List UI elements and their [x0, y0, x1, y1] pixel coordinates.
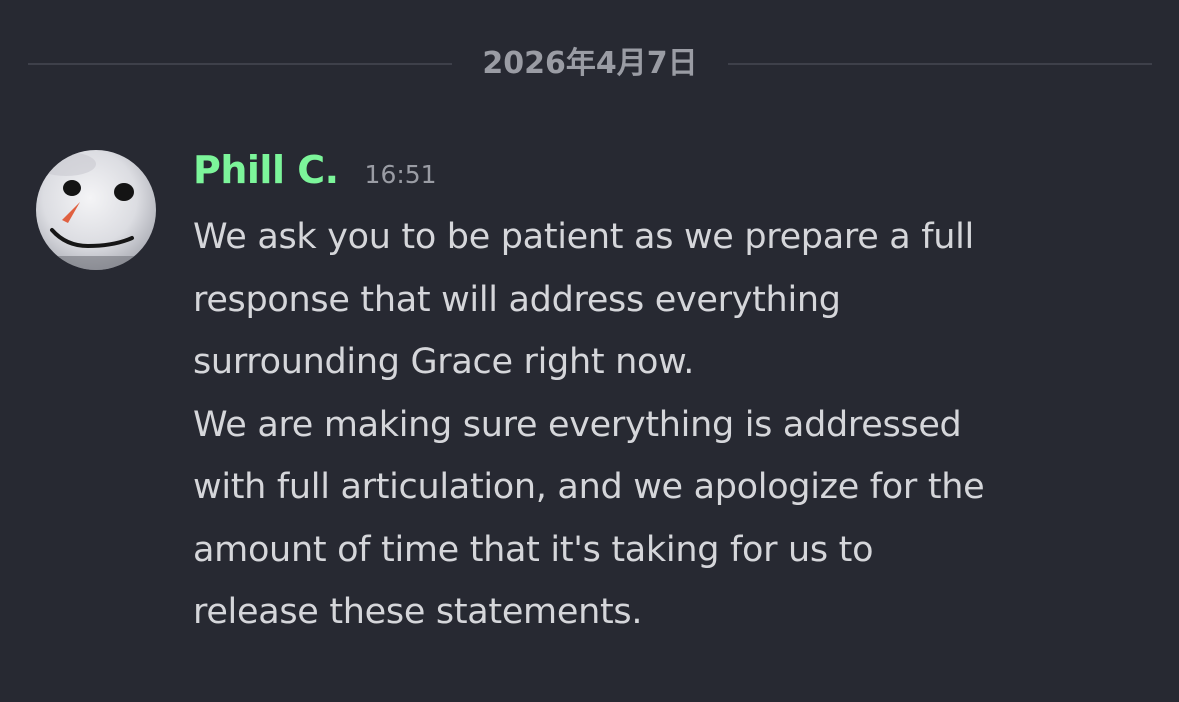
message-timestamp: 16:51 [364, 160, 437, 189]
message-line: release these statements. [193, 592, 643, 632]
date-divider-label: 2026年4月7日 [482, 46, 698, 81]
message-header: Phill C. 16:51 [193, 148, 1163, 194]
message-line: response that will address everything [193, 279, 841, 320]
message-line: surrounding Grace right now. [193, 342, 695, 382]
author-username[interactable]: Phill C. [193, 148, 339, 192]
snowman-face-icon [36, 150, 156, 270]
date-divider-rule-right [727, 63, 1152, 65]
message-line: amount of time that it's taking for us t… [193, 529, 874, 570]
date-divider-rule-left [28, 63, 453, 65]
message-line: We ask you to be patient as we prepare a… [193, 217, 974, 257]
date-divider: 2026年4月7日 [28, 42, 1152, 86]
message-line: We are making sure everything is address… [193, 404, 962, 445]
message-line: with full articulation, and we apologize… [193, 467, 985, 507]
message-body: Phill C. 16:51 We ask you to be patient … [193, 148, 1163, 644]
message-text[interactable]: We ask you to be patient as we prepare a… [193, 206, 1163, 644]
user-avatar[interactable] [36, 150, 156, 270]
